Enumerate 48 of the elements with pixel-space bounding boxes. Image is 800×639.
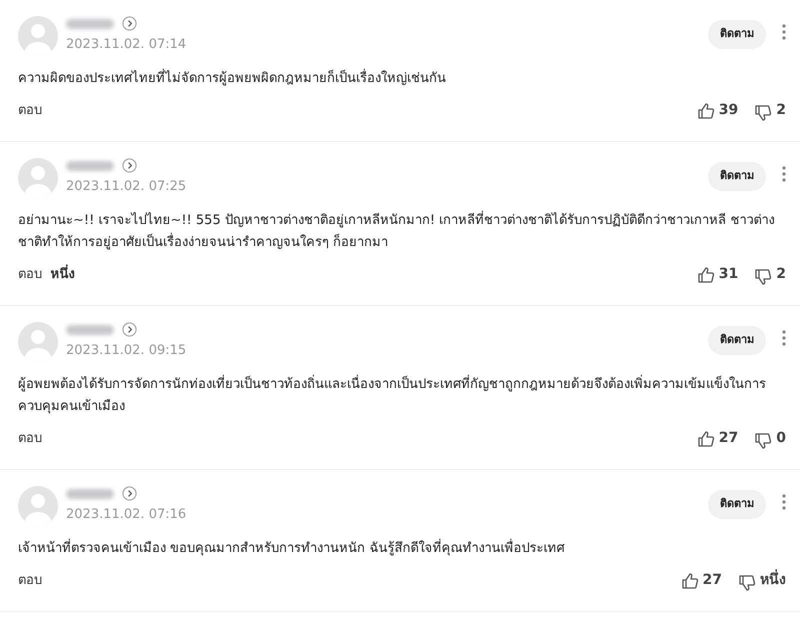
follow-button[interactable]: ติดตาม xyxy=(708,326,766,354)
thumbs-down-icon xyxy=(754,432,772,450)
more-icon[interactable] xyxy=(782,24,786,40)
follow-button[interactable]: ติดตาม xyxy=(708,20,766,48)
thumbs-down-icon xyxy=(738,574,756,592)
dislike-button[interactable]: 2 xyxy=(754,100,786,121)
thumbs-up-icon xyxy=(696,430,715,448)
avatar-icon xyxy=(18,322,58,362)
comment-text: ความผิดของประเทศไทยที่ไม่จัดการผู้อพยพผิดกฎหมายก็เป็นเรื่องใหญ่เช่นกัน xyxy=(18,68,786,90)
thumbs-up-icon xyxy=(696,102,715,120)
comment-date: 2023.11.02. 07:16 xyxy=(66,506,188,524)
thumbs-up-icon xyxy=(696,266,715,284)
chevron-icon[interactable] xyxy=(122,486,137,501)
like-button[interactable]: 39 xyxy=(696,100,738,121)
avatar-icon xyxy=(18,486,58,526)
chevron-icon[interactable] xyxy=(122,158,137,173)
dislike-button[interactable]: 2 xyxy=(754,264,786,285)
follow-button[interactable]: ติดตาม xyxy=(708,490,766,518)
comment-text: ผู้อพยพต้องได้รับการจัดการนักท่องเที่ยวเป็นชาวท้องถิ่นและเนื่องจากเป็นประเทศที่กัญชาถูกกฎหมายด้วยจึงต้องเพิ่มความเข้มแข็งในการควบคุมคนเข้าเมือง xyxy=(18,374,786,418)
like-button[interactable]: 27 xyxy=(680,570,722,591)
reply-button[interactable]: ตอบ xyxy=(18,570,42,590)
dislike-button[interactable]: หนึ่ง xyxy=(738,570,786,591)
blurred-username xyxy=(66,18,114,28)
thumbs-up-icon xyxy=(680,572,699,590)
comment-date: 2023.11.02. 09:15 xyxy=(66,342,188,360)
comment-text: เจ้าหน้าที่ตรวจคนเข้าเมือง ขอบคุณมากสำหรับการทำงานหนัก ฉันรู้สึกดีใจที่คุณทำงานเพื่อประเทศ xyxy=(18,538,786,560)
thumbs-down-icon xyxy=(754,268,772,286)
like-button[interactable]: 27 xyxy=(696,428,738,449)
avatar-icon xyxy=(18,158,58,198)
chevron-icon[interactable] xyxy=(122,16,137,31)
comment-text: อย่ามานะ~!! เราจะไปไทย~!! 555 ปัญหาชาวต่างชาติอยู่เกาหลีหนักมาก! เกาหลีที่ชาวต่างชาติได้รับการปฏิบัติดีกว่าชาวเกาหลี ชาวต่างชาติทำให้การอยู่อาศัยเป็นเรื่องง่ายจนน่ารำคาญจนใครๆ ก็อยากมา xyxy=(18,210,786,254)
more-icon[interactable] xyxy=(782,494,786,510)
comment-date: 2023.11.02. 07:14 xyxy=(66,36,188,54)
more-icon[interactable] xyxy=(782,330,786,346)
reply-button[interactable]: ตอบ xyxy=(18,100,42,120)
reply-button[interactable]: ตอบ หนึ่ง xyxy=(18,264,75,284)
blurred-username xyxy=(66,324,114,334)
blurred-username xyxy=(66,160,114,170)
follow-button[interactable]: ติดตาม xyxy=(708,162,766,190)
chevron-icon[interactable] xyxy=(122,322,137,337)
like-button[interactable]: 31 xyxy=(696,264,738,285)
avatar-icon xyxy=(18,16,58,56)
thumbs-down-icon xyxy=(754,104,772,122)
comment-date: 2023.11.02. 07:25 xyxy=(66,178,188,196)
reply-button[interactable]: ตอบ xyxy=(18,428,42,448)
dislike-button[interactable]: 0 xyxy=(754,428,786,449)
blurred-username xyxy=(66,488,114,498)
more-icon[interactable] xyxy=(782,166,786,182)
